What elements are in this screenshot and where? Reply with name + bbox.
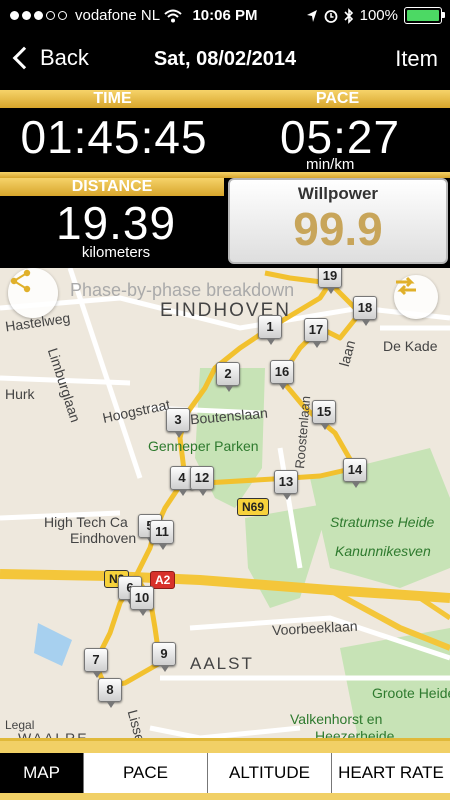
- phase-marker[interactable]: 7: [84, 648, 108, 678]
- phase-marker[interactable]: 3: [166, 408, 190, 438]
- park-label: Genneper Parken: [148, 438, 259, 454]
- town-label: AALST: [190, 654, 254, 673]
- willpower-card[interactable]: Willpower 99.9: [228, 178, 448, 264]
- road-shield-n69: N69: [237, 498, 270, 516]
- distance-value: 19.39: [55, 197, 177, 249]
- park-label: Kanunnikesven: [335, 543, 431, 559]
- segmented-tabs: MAP PACE ALTITUDE HEART RATE: [0, 738, 450, 800]
- phase-marker[interactable]: 19: [318, 268, 342, 294]
- distance-unit: kilometers: [81, 244, 151, 261]
- phase-marker[interactable]: 12: [190, 466, 214, 496]
- distance-label: DISTANCE: [71, 178, 153, 195]
- battery-icon: [404, 7, 445, 24]
- page-title: Sat, 08/02/2014: [153, 48, 297, 70]
- bluetooth-icon: [344, 7, 353, 24]
- park-label: Stratumse Heide: [330, 514, 435, 530]
- phase-marker[interactable]: 13: [274, 470, 298, 500]
- share-button[interactable]: [8, 268, 58, 318]
- phase-marker[interactable]: 18: [353, 296, 377, 326]
- stats-panel: TIME PACE 01:45:45 05:27 min/km DISTANCE…: [0, 90, 450, 268]
- alarm-icon: [324, 9, 338, 23]
- road-shield-a2: A2: [150, 571, 176, 589]
- place-label: Eindhoven: [70, 530, 137, 546]
- phase-marker[interactable]: 11: [150, 520, 174, 550]
- navigation-bar: Back Sat, 08/02/2014 Item: [0, 30, 450, 90]
- phase-marker[interactable]: 14: [343, 458, 367, 488]
- phase-marker[interactable]: 1: [258, 315, 282, 345]
- place-label: De Kade: [383, 338, 438, 354]
- status-right: 100%: [306, 7, 445, 24]
- share-icon: [10, 269, 31, 293]
- tab-map[interactable]: MAP: [0, 753, 84, 793]
- item-button[interactable]: Item: [395, 46, 438, 72]
- willpower-label: Willpower: [297, 184, 379, 203]
- phase-breakdown-hint: Phase-by-phase breakdown: [70, 280, 295, 300]
- phase-marker[interactable]: 15: [312, 400, 336, 430]
- park-label: Groote Heide: [372, 685, 450, 701]
- battery-percent: 100%: [359, 7, 398, 24]
- park-label: Valkenhorst en: [290, 711, 383, 727]
- location-arrow-icon: [306, 9, 317, 22]
- pace-label: PACE: [315, 90, 360, 107]
- route-map[interactable]: Phase-by-phase breakdown EINDHOVEN Haste…: [0, 268, 450, 748]
- phase-marker[interactable]: 10: [130, 586, 154, 616]
- willpower-value: 99.9: [293, 203, 383, 255]
- phase-marker[interactable]: 17: [304, 318, 328, 348]
- phase-marker[interactable]: 9: [152, 642, 176, 672]
- tab-altitude[interactable]: ALTITUDE: [208, 753, 332, 793]
- phase-marker[interactable]: 8: [98, 678, 122, 708]
- tab-heart-rate[interactable]: HEART RATE: [332, 753, 450, 793]
- district-label: Hurk: [5, 386, 35, 402]
- place-label: High Tech Ca: [44, 514, 128, 530]
- phase-marker[interactable]: 2: [216, 362, 240, 392]
- pace-unit: min/km: [306, 156, 355, 173]
- swap-button[interactable]: [394, 275, 438, 319]
- time-value: 01:45:45: [20, 111, 208, 163]
- status-bar: vodafone NL 10:06 PM 100%: [0, 0, 450, 30]
- time-label: TIME: [93, 90, 132, 107]
- tab-pace[interactable]: PACE: [84, 753, 208, 793]
- swap-arrows-icon: [396, 276, 416, 296]
- phase-marker[interactable]: 16: [270, 360, 294, 390]
